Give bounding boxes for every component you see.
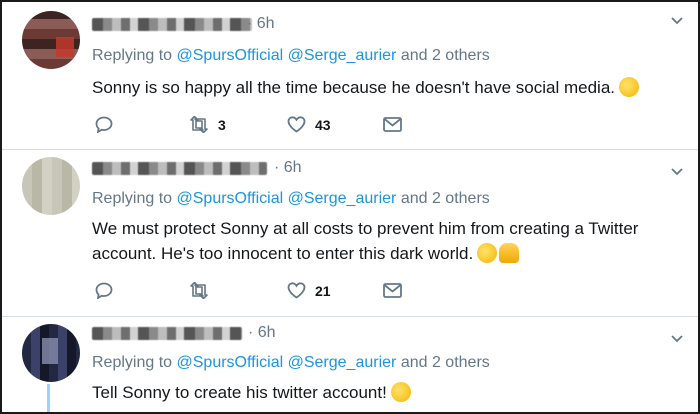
reply-button[interactable] [95, 282, 113, 299]
rolling-on-floor-laughing-emoji [619, 77, 640, 97]
replying-to: Replying to @SpursOfficial @Serge_aurier… [92, 354, 490, 372]
reply-icon [95, 116, 113, 133]
retweet-button[interactable]: 3 [189, 116, 226, 133]
tweet-text: Sonny is so happy all the time because h… [92, 75, 652, 100]
thread-connector-line [47, 384, 50, 412]
and-others-link[interactable]: and 2 others [401, 354, 490, 371]
mention-serge-aurier[interactable]: @Serge_aurier [288, 354, 397, 371]
tweet-timestamp[interactable]: · 6h [248, 324, 276, 342]
retweet-icon [190, 116, 208, 133]
heart-icon [287, 116, 306, 133]
tweet-text-line-2-wrap: account. He's too innocent to enter this… [92, 241, 652, 266]
tweet-text-content: Tell Sonny to create his twitter account… [92, 383, 387, 402]
tweet-timestamp[interactable]: · 6h [247, 15, 275, 33]
tweet-2[interactable]: · 6h Replying to @SpursOfficial @Serge_a… [2, 149, 698, 317]
heart-icon [287, 282, 306, 299]
mention-spursofficial[interactable]: @SpursOfficial [177, 47, 284, 64]
retweet-button[interactable] [189, 282, 218, 299]
avatar[interactable] [22, 324, 80, 382]
like-button[interactable]: 43 [287, 116, 331, 133]
avatar[interactable] [22, 11, 80, 69]
chevron-down-icon[interactable] [670, 14, 684, 28]
mention-spursofficial[interactable]: @SpursOfficial [177, 190, 284, 207]
replying-to-label: Replying to [92, 354, 173, 371]
and-others-link[interactable]: and 2 others [401, 47, 490, 64]
like-button[interactable]: 21 [287, 282, 331, 299]
replying-to-label: Replying to [92, 190, 173, 207]
replying-to: Replying to @SpursOfficial @Serge_aurier… [92, 190, 490, 208]
blurred-username[interactable] [92, 162, 267, 175]
tweet-text-content: Sonny is so happy all the time because h… [92, 78, 616, 97]
retweet-count: 3 [218, 116, 226, 133]
direct-message-button[interactable] [383, 283, 402, 298]
mention-serge-aurier[interactable]: @Serge_aurier [288, 47, 397, 64]
mention-serge-aurier[interactable]: @Serge_aurier [288, 190, 397, 207]
blurred-username[interactable] [92, 18, 252, 31]
chevron-down-icon[interactable] [670, 332, 684, 346]
direct-message-button[interactable] [383, 117, 402, 132]
and-others-link[interactable]: and 2 others [401, 190, 490, 207]
reply-icon [95, 282, 113, 299]
tweet-text-line-1: We must protect Sonny at all costs to pr… [92, 219, 639, 238]
retweet-icon [190, 282, 208, 299]
tweet-text: We must protect Sonny at all costs to pr… [92, 216, 652, 266]
envelope-icon [383, 117, 402, 132]
blurred-username[interactable] [92, 327, 242, 340]
like-count: 21 [315, 282, 331, 299]
mention-spursofficial[interactable]: @SpursOfficial [177, 354, 284, 371]
replying-to-label: Replying to [92, 47, 173, 64]
tweet-text: Tell Sonny to create his twitter account… [92, 380, 652, 405]
tweet-thread: · 6h Replying to @SpursOfficial @Serge_a… [0, 0, 700, 414]
tweet-1[interactable]: · 6h Replying to @SpursOfficial @Serge_a… [2, 2, 698, 150]
laughing-emoji [477, 243, 498, 263]
tweet-text-line-2: account. He's too innocent to enter this… [92, 244, 474, 263]
folded-hands-emoji [499, 243, 520, 263]
envelope-icon [383, 283, 402, 298]
face-with-tears-of-joy-emoji [390, 382, 411, 402]
chevron-down-icon[interactable] [670, 165, 684, 179]
avatar[interactable] [22, 157, 80, 215]
tweet-timestamp[interactable]: · 6h [274, 159, 302, 177]
tweet-3[interactable]: · 6h Replying to @SpursOfficial @Serge_a… [2, 316, 698, 412]
reply-button[interactable] [95, 116, 113, 133]
like-count: 43 [315, 116, 331, 133]
replying-to: Replying to @SpursOfficial @Serge_aurier… [92, 47, 490, 65]
